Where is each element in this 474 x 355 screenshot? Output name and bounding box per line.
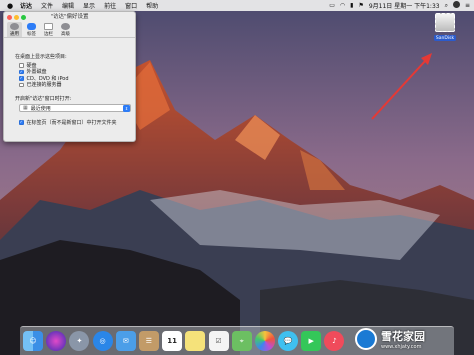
wifi-icon[interactable]: ◠ xyxy=(340,2,345,9)
checkbox-label: 在标签页（而不是新窗口）中打开文件夹 xyxy=(26,119,117,126)
contacts-icon[interactable]: ☰ xyxy=(138,331,159,351)
tab-tags[interactable]: 标签 xyxy=(24,22,39,37)
battery-icon[interactable]: ▮ xyxy=(350,2,353,9)
photos-icon[interactable] xyxy=(254,331,275,351)
tab-general[interactable]: 通用 xyxy=(7,22,22,37)
watermark-logo xyxy=(355,328,377,350)
menu-go[interactable]: 前往 xyxy=(104,1,116,10)
tab-sidebar[interactable]: 边栏 xyxy=(41,22,56,37)
menu-help[interactable]: 帮助 xyxy=(146,1,158,10)
cast-icon[interactable]: ▭ xyxy=(329,2,335,9)
flag-icon[interactable]: ⚑ xyxy=(358,2,363,9)
siri-icon[interactable] xyxy=(452,1,460,10)
calendar-icon[interactable]: 11 xyxy=(162,331,183,351)
tab-advanced-label: 高级 xyxy=(61,32,70,37)
prefs-toolbar: 通用 标签 边栏 高级 xyxy=(4,22,135,38)
messages-icon[interactable]: 💬 xyxy=(278,331,299,351)
zoom-button[interactable] xyxy=(21,14,26,20)
search-icon[interactable]: ⌕ xyxy=(445,2,448,10)
status-area: ▭ ◠ ▮ ⚑ 9月11日 星期一 下午1:33 ⌕ ≡ xyxy=(324,1,470,10)
close-button[interactable] xyxy=(7,14,12,20)
watermark: 雪花家园 www.xhjaty.com xyxy=(355,324,473,354)
menu-file[interactable]: 文件 xyxy=(41,1,53,10)
checkbox-label: 已连接的服务器 xyxy=(26,82,62,89)
launchpad-icon[interactable]: ✦ xyxy=(69,331,90,351)
sidebar-icon xyxy=(44,23,53,30)
checkbox-box[interactable]: ✓ xyxy=(19,69,24,74)
notes-icon[interactable] xyxy=(185,331,206,351)
apple-icon[interactable]: ● xyxy=(6,2,14,10)
advanced-gear-icon xyxy=(61,23,70,30)
new-window-heading: 开启新"访达"窗口时打开: xyxy=(15,96,72,102)
clock[interactable]: 9月11日 星期一 下午1:33 xyxy=(369,1,440,10)
reminders-icon[interactable]: ☑ xyxy=(208,331,229,351)
checkbox-box[interactable] xyxy=(19,63,24,68)
window-titlebar: "访达"偏好设置 xyxy=(4,12,135,22)
menu-view[interactable]: 显示 xyxy=(83,1,95,10)
desktop-items-heading: 在桌面上显示这些项目: xyxy=(15,54,67,60)
menu-bar: ● 访达 文件 编辑 显示 前往 窗口 帮助 ▭ ◠ ▮ ⚑ 9月11日 星期一… xyxy=(0,0,474,11)
menu-window[interactable]: 窗口 xyxy=(125,1,137,10)
checkbox-box[interactable]: ✓ xyxy=(19,76,24,81)
tab-general-label: 通用 xyxy=(10,32,19,37)
tag-icon xyxy=(27,23,36,30)
window-title: "访达"偏好设置 xyxy=(50,14,89,20)
external-drive-icon[interactable] xyxy=(435,13,455,32)
tab-sidebar-label: 边栏 xyxy=(44,32,53,37)
list-icon[interactable]: ≡ xyxy=(465,2,470,9)
facetime-icon[interactable]: ▶ xyxy=(301,331,322,351)
siri-icon[interactable] xyxy=(46,331,67,351)
chevron-updown-icon: ⇕ xyxy=(123,104,130,112)
new-window-value: 最近使用 xyxy=(30,105,51,112)
maps-icon[interactable]: ⌖ xyxy=(231,331,252,351)
checkbox-box[interactable] xyxy=(19,82,24,87)
sandisk-drive[interactable]: SanDisk xyxy=(430,11,460,47)
finder-preferences-window: "访达"偏好设置 通用 标签 边栏 高级 在桌面上显示这些项目: 硬盘 ✓ 外置… xyxy=(3,11,136,142)
checkbox-open-in-tabs[interactable]: ✓ 在标签页（而不是新窗口）中打开文件夹 xyxy=(19,119,126,126)
tab-advanced[interactable]: 高级 xyxy=(58,22,73,37)
recents-icon: ▦ xyxy=(23,105,28,111)
menu-finder[interactable]: 访达 xyxy=(20,1,32,10)
watermark-title: 雪花家园 xyxy=(381,330,425,343)
window-controls xyxy=(7,14,28,20)
checkbox-connected-servers[interactable]: 已连接的服务器 xyxy=(19,82,126,89)
tab-tags-label: 标签 xyxy=(27,32,36,37)
safari-icon[interactable]: ◎ xyxy=(92,331,113,351)
finder-icon[interactable]: ☺ xyxy=(23,331,43,351)
prefs-body: 在桌面上显示这些项目: 硬盘 ✓ 外置磁盘 ✓ CD、DVD 和 iPod 已连… xyxy=(4,38,135,126)
checkbox-box[interactable]: ✓ xyxy=(19,120,24,125)
mail-icon[interactable]: ✉ xyxy=(115,331,136,351)
gear-icon xyxy=(10,23,19,30)
drive-label: SanDisk xyxy=(433,35,457,41)
watermark-text: 雪花家园 www.xhjaty.com xyxy=(381,328,425,350)
minimize-button[interactable] xyxy=(14,14,19,20)
menu-edit[interactable]: 编辑 xyxy=(62,1,74,10)
new-window-select[interactable]: ▦ 最近使用 ⇕ xyxy=(19,104,131,112)
watermark-url: www.xhjaty.com xyxy=(381,344,422,350)
music-icon[interactable]: ♪ xyxy=(324,331,345,351)
